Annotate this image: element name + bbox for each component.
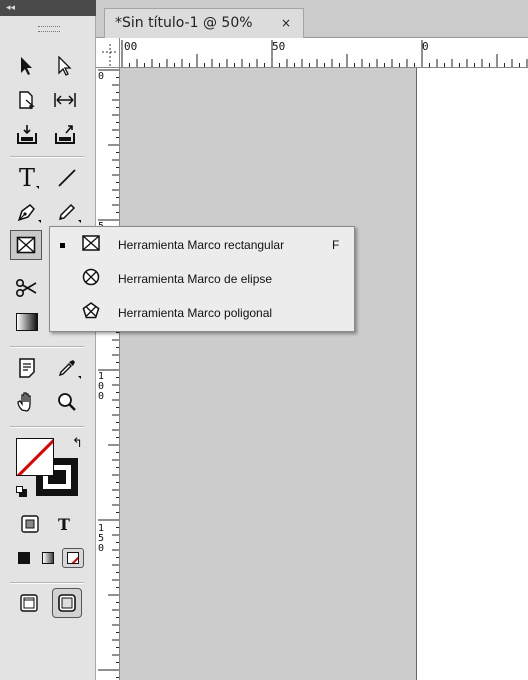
apply-none-icon[interactable] <box>62 548 84 568</box>
preview-mode-icon[interactable] <box>52 588 82 618</box>
fill-swatch-none[interactable] <box>16 438 54 476</box>
ruler-origin[interactable] <box>96 38 120 68</box>
menu-item-label: Herramienta Marco rectangular <box>118 238 285 252</box>
collapse-panel-button[interactable]: ◂◂ <box>0 0 96 16</box>
fill-stroke-widget[interactable]: ↰ <box>14 436 86 502</box>
gap-tool-icon[interactable] <box>50 86 80 114</box>
scissors-tool-icon[interactable] <box>12 274 42 302</box>
ruler-label: 50 <box>272 40 286 53</box>
page-tool-icon[interactable] <box>12 86 42 114</box>
separator <box>10 346 84 348</box>
menu-item-ellipse-frame[interactable]: Herramienta Marco de elipse <box>50 263 354 295</box>
note-tool-icon[interactable] <box>12 354 42 382</box>
vertical-ruler[interactable]: 0 5 1 0 0 1 5 0 <box>96 68 120 680</box>
zoom-tool-icon[interactable] <box>52 388 82 416</box>
gradient-tool-icon[interactable] <box>12 308 42 336</box>
horizontal-ruler[interactable]: 00 50 0 <box>96 38 528 68</box>
formatting-text-icon[interactable]: T <box>52 512 76 536</box>
formatting-container-icon[interactable] <box>18 512 42 536</box>
swap-fill-stroke-icon[interactable]: ↰ <box>72 436 83 451</box>
content-placer-icon[interactable] <box>50 120 80 148</box>
separator <box>10 582 84 584</box>
ruler-label: 00 <box>124 40 138 53</box>
default-fill-stroke-icon[interactable] <box>16 486 27 497</box>
ruler-label: 0 <box>422 40 429 53</box>
menu-item-label: Herramienta Marco de elipse <box>118 272 273 286</box>
rectangle-frame-tool-icon[interactable] <box>10 230 42 260</box>
ellipse-frame-icon <box>82 268 100 290</box>
selected-bullet <box>60 242 65 248</box>
flyout-indicator <box>78 376 81 379</box>
apply-gradient-icon[interactable] <box>42 552 54 564</box>
polygon-frame-icon <box>82 302 100 324</box>
close-tab-icon[interactable]: × <box>281 9 291 37</box>
pasteboard[interactable] <box>120 68 528 680</box>
flyout-indicator <box>38 220 41 223</box>
menu-item-polygon-frame[interactable]: Herramienta Marco poligonal <box>50 297 354 329</box>
ruler-label: 1 0 0 <box>98 371 105 402</box>
flyout-indicator <box>78 220 81 223</box>
line-tool-icon[interactable] <box>52 164 82 192</box>
frame-tool-flyout-menu: Herramienta Marco rectangular F Herramie… <box>49 226 355 332</box>
document-tab-title: *Sin título-1 @ 50% <box>115 15 253 31</box>
document-tab[interactable]: *Sin título-1 @ 50% × <box>104 8 304 38</box>
panel-grip[interactable] <box>38 26 60 32</box>
separator <box>10 426 84 428</box>
separator <box>10 156 84 158</box>
menu-item-label: Herramienta Marco poligonal <box>118 306 273 320</box>
hand-tool-icon[interactable] <box>12 388 42 416</box>
selection-tool-icon[interactable] <box>12 52 42 80</box>
ruler-label: 1 5 0 <box>98 523 105 554</box>
menu-item-rectangle-frame[interactable]: Herramienta Marco rectangular F <box>50 229 354 261</box>
flyout-indicator <box>36 186 39 189</box>
apply-color-icon[interactable] <box>18 552 30 564</box>
direct-selection-tool-icon[interactable] <box>50 52 80 80</box>
document-page[interactable] <box>416 68 528 680</box>
normal-view-icon[interactable] <box>16 590 42 616</box>
menu-item-shortcut: F <box>332 238 340 252</box>
content-collector-icon[interactable] <box>12 120 42 148</box>
rectangle-frame-icon <box>82 235 100 255</box>
tools-panel: ◂◂ T ↰ T <box>0 0 96 680</box>
ruler-label: 0 <box>98 71 105 82</box>
document-tab-strip: *Sin título-1 @ 50% × <box>96 0 528 38</box>
